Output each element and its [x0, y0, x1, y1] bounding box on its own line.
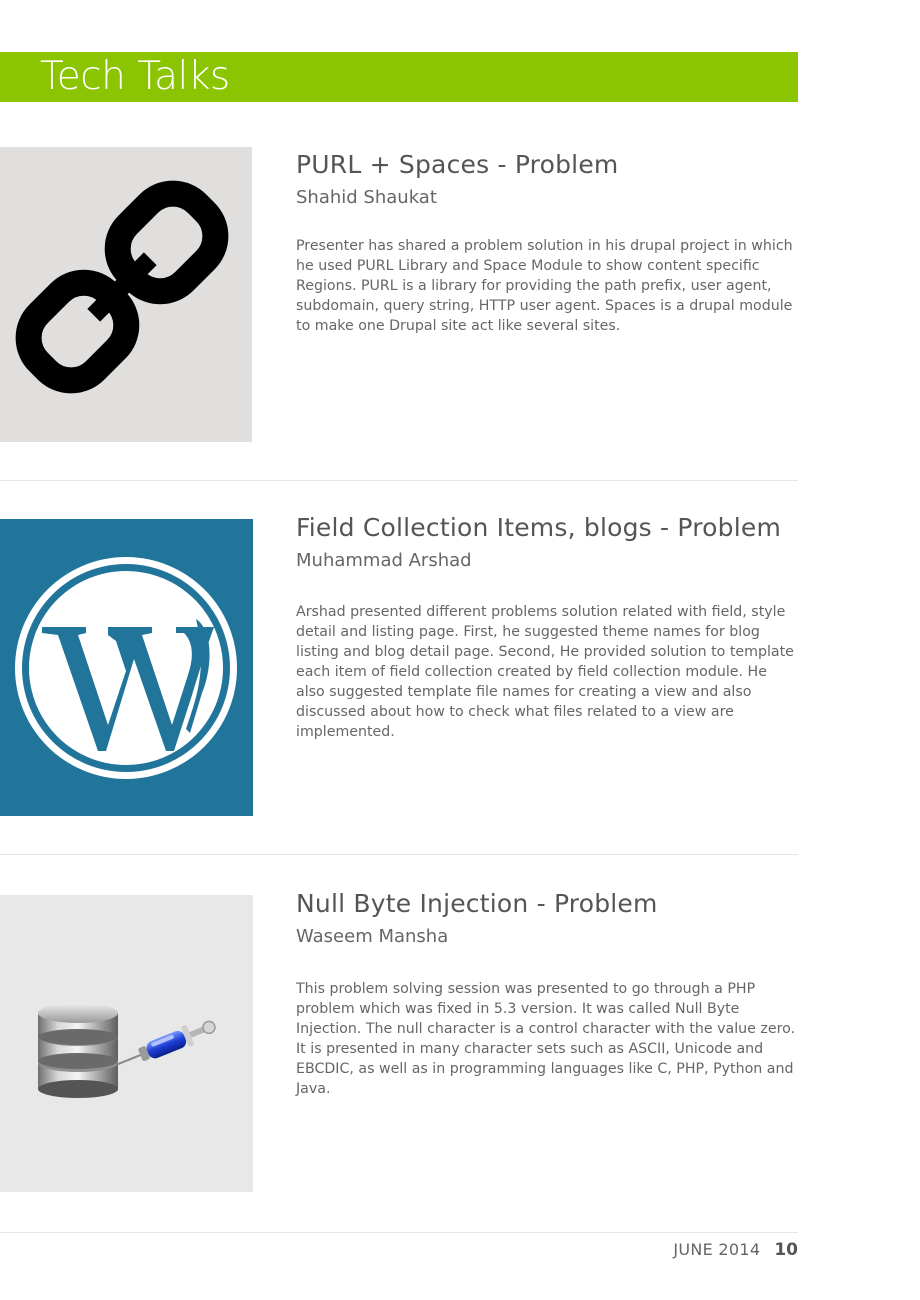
article-image — [0, 519, 253, 816]
article-author: Muhammad Arshad — [296, 550, 472, 571]
section-header-bar: Tech Talks — [0, 52, 798, 102]
article-author: Shahid Shaukat — [296, 187, 437, 208]
article-null-byte: Null Byte Injection - Problem Waseem Man… — [0, 886, 798, 1196]
database-injection-icon — [38, 1003, 216, 1098]
article-image — [0, 147, 252, 442]
article-title: Null Byte Injection - Problem — [296, 889, 658, 918]
article-text: Field Collection Items, blogs - Problem … — [296, 510, 800, 742]
wordpress-logo-icon — [15, 557, 237, 779]
page-number: 10 — [774, 1240, 798, 1260]
article-divider — [0, 1232, 798, 1233]
article-title: Field Collection Items, blogs - Problem — [296, 513, 782, 542]
article-author: Waseem Mansha — [296, 926, 449, 947]
article-body: Arshad presented different problems solu… — [296, 604, 794, 740]
issue-date: JUNE 2014 — [673, 1240, 761, 1259]
article-divider — [0, 854, 798, 855]
article-text: PURL + Spaces - Problem Shahid Shaukat P… — [296, 147, 800, 336]
chain-link-icon — [15, 180, 229, 394]
article-divider — [0, 480, 798, 481]
page-footer: JUNE 2014 10 — [673, 1240, 798, 1266]
article-field-collection: Field Collection Items, blogs - Problem … — [0, 510, 798, 820]
article-body: Presenter has shared a problem solution … — [296, 238, 793, 334]
article-image — [0, 895, 253, 1192]
article-text: Null Byte Injection - Problem Waseem Man… — [296, 886, 800, 1099]
section-title: Tech Talks — [40, 54, 230, 99]
article-purl-spaces: PURL + Spaces - Problem Shahid Shaukat P… — [0, 147, 798, 447]
article-body: This problem solving session was present… — [296, 981, 796, 1097]
article-title: PURL + Spaces - Problem — [296, 150, 619, 179]
